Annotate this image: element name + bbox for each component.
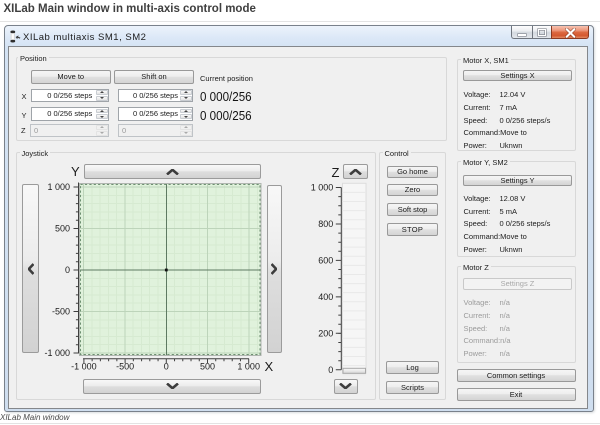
svg-text:-1 000: -1 000	[71, 362, 97, 372]
svg-text:500: 500	[55, 224, 70, 234]
svg-text:-1 000: -1 000	[44, 348, 70, 358]
svg-text:800: 800	[318, 219, 333, 229]
svg-text:0: 0	[164, 362, 169, 372]
svg-text:600: 600	[318, 256, 333, 266]
svg-text:1 000: 1 000	[311, 183, 334, 193]
svg-text:1 000: 1 000	[237, 362, 260, 372]
svg-text:0: 0	[328, 365, 333, 375]
svg-text:-500: -500	[52, 307, 70, 317]
svg-text:400: 400	[318, 292, 333, 302]
svg-text:1 000: 1 000	[47, 182, 70, 192]
svg-text:0: 0	[65, 265, 70, 275]
svg-text:200: 200	[318, 329, 333, 339]
svg-text:500: 500	[200, 362, 215, 372]
svg-text:-500: -500	[116, 362, 134, 372]
